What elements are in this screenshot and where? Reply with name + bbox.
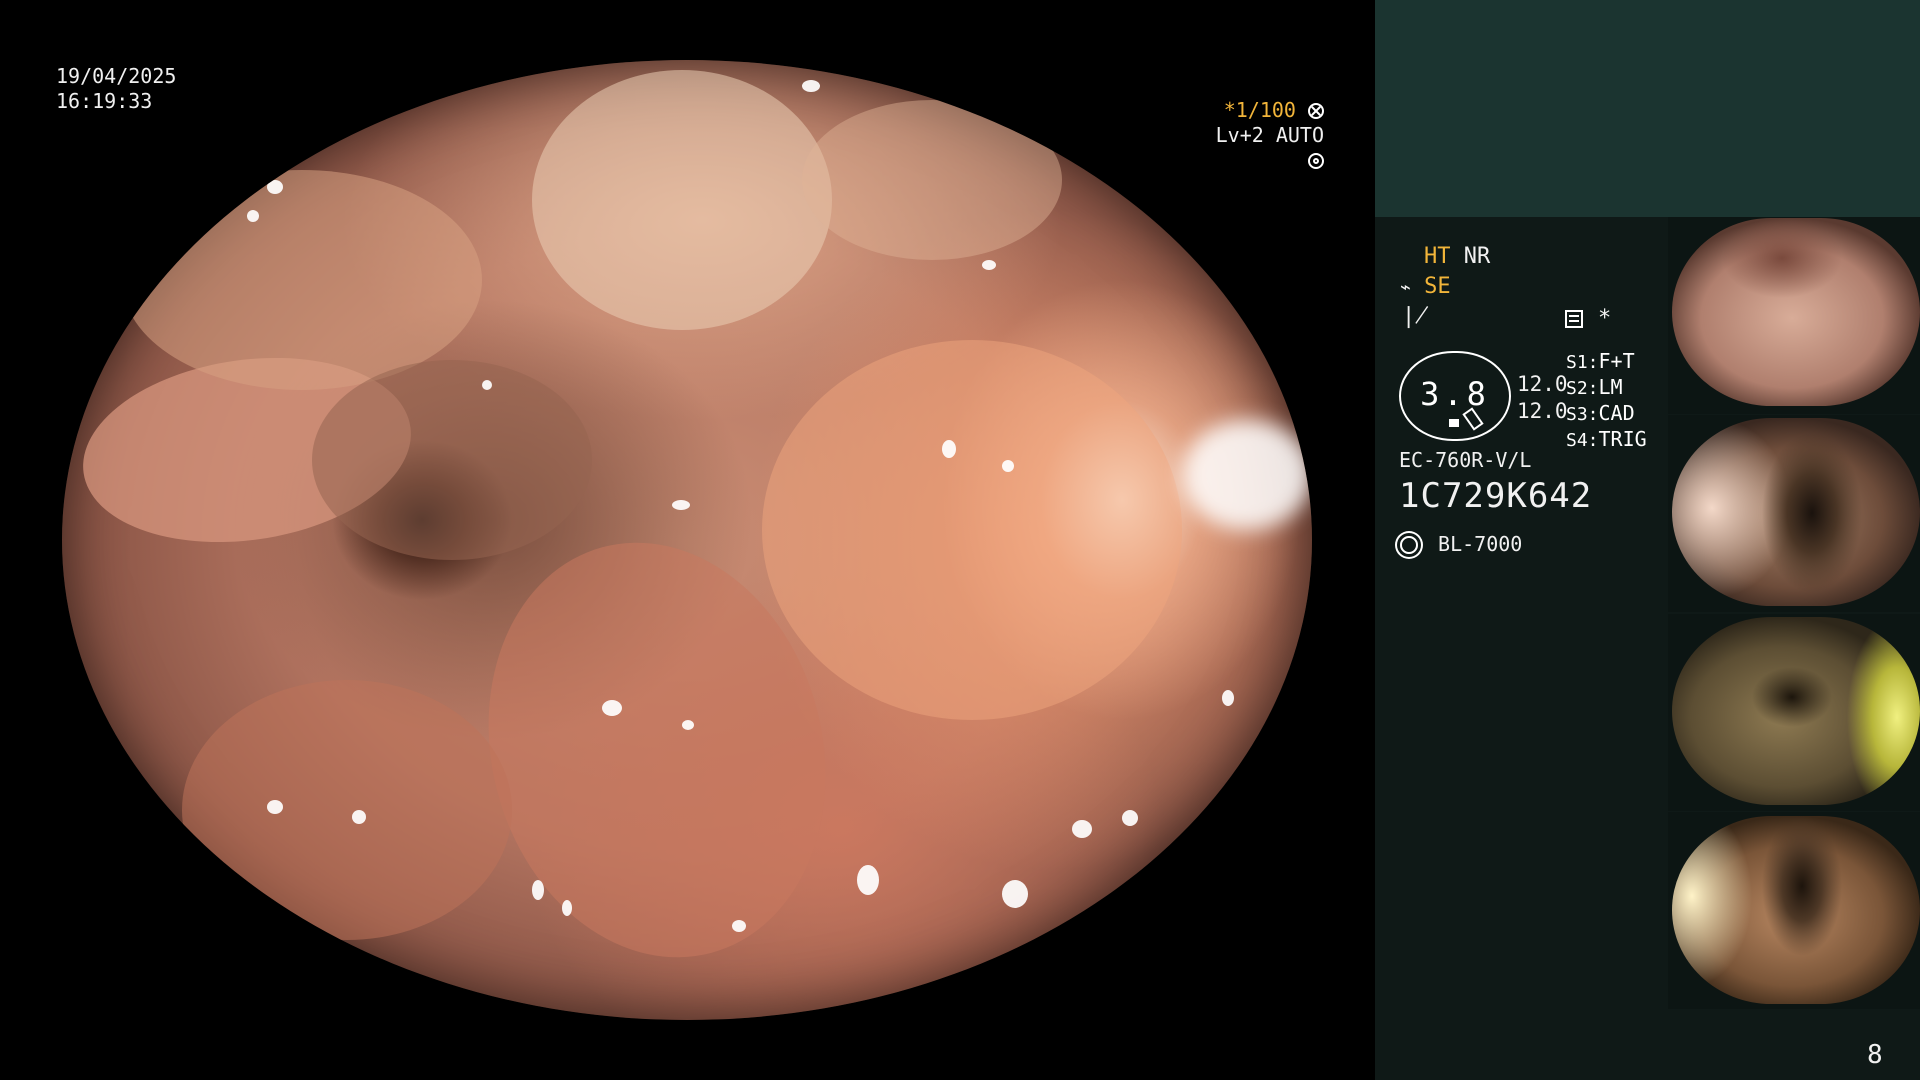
freeze-memory-icon [1565,310,1583,328]
specular-highlight [732,920,746,932]
thumbnail-capture-3[interactable] [1672,617,1920,805]
mode-row-1: HT NR [1424,244,1490,269]
specular-highlight [267,180,283,194]
specular-highlight [562,900,572,916]
nr-mode-label: NR [1463,244,1491,269]
color-mode-icon: ∤ [1402,304,1429,329]
side-panel-header [1375,0,1920,217]
zoom-value: 3.8 [1420,375,1490,413]
switch-row: S3:CAD [1566,401,1635,425]
specular-highlight [602,700,622,716]
thumbnail-capture-2[interactable] [1672,418,1920,606]
shutter-label: *1/100 [1223,98,1296,122]
zoom-indicator: 3.8 [1399,351,1511,441]
specular-highlight [247,210,259,222]
light-source: BL-7000 [1400,532,1522,556]
specular-highlight [532,880,544,900]
switch-row: S2:LM [1566,375,1623,399]
switch-assignments: S1:F+T S2:LM S3:CAD S4:TRIG [1566,349,1647,453]
specular-highlight [1222,690,1234,706]
switch-row: S4:TRIG [1566,427,1647,451]
se-mode-label: SE [1424,274,1451,299]
asterisk-marker: * [1598,306,1612,331]
specular-highlight [482,380,492,390]
light-source-icon [1400,536,1418,554]
gain-value-2: 12.0 [1517,399,1568,423]
specular-highlight [857,865,879,895]
specular-highlight [1072,820,1092,838]
iris-icon [1308,153,1324,169]
specular-highlight [982,260,996,270]
mucosa-fold [532,70,832,330]
scope-serial: 1C729K642 [1399,476,1593,516]
switch-row: S1:F+T [1566,349,1635,373]
specular-highlight [672,500,690,510]
scope-model: EC-760R-V/L [1399,448,1532,472]
specular-highlight [352,810,366,824]
mucosa-fold [762,340,1182,720]
capture-count: 8 [1867,1040,1883,1070]
zoom-marker [1449,419,1459,427]
specular-highlight [802,80,820,92]
specular-highlight [1002,880,1028,908]
mucosa-fold [122,170,482,390]
date-label: 19/04/2025 [56,64,177,88]
gain-value-1: 12.0 [1517,372,1568,396]
specular-highlight [1002,460,1014,472]
ht-mode-label: HT [1424,244,1451,269]
exposure-info: *1/100 Lv+2 AUTO [1192,98,1324,173]
specular-highlight [1182,420,1312,530]
mode-row-2: ⌁ SE [1400,274,1451,299]
aperture-icon [1308,103,1324,119]
specular-highlight [267,800,283,814]
mucosa-fold [312,360,592,560]
time-label: 16:19:33 [56,89,153,113]
thumbnail-capture-1[interactable] [1672,218,1920,406]
date-time: 19/04/2025 16:19:33 [56,64,176,114]
specular-highlight [942,440,956,458]
specular-highlight [682,720,694,730]
structure-enhance-icon: ⌁ [1400,277,1411,298]
level-label: Lv+2 [1215,123,1264,147]
specular-highlight [1151,167,1203,209]
iris-label: AUTO [1275,123,1324,147]
specular-highlight [1122,810,1138,826]
mucosa-fold [182,680,512,940]
gain-values: 12.0 12.0 [1517,371,1568,425]
endoscope-view [62,60,1312,1020]
mucosa-fold [802,100,1062,260]
thumbnail-capture-4[interactable] [1672,816,1920,1004]
light-source-label: BL-7000 [1438,532,1523,556]
